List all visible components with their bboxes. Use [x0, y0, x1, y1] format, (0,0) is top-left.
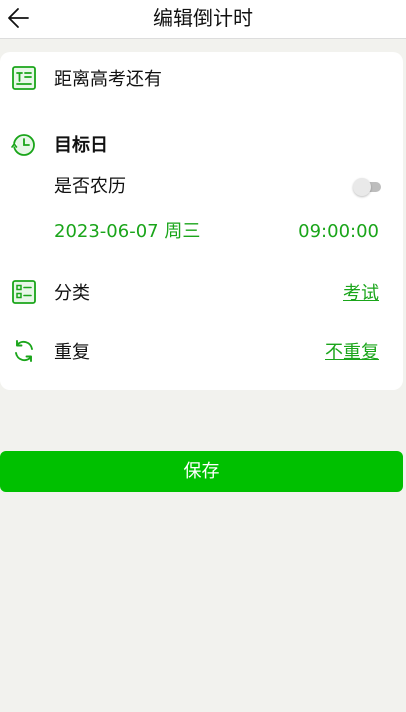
category-label: 分类 [54, 283, 90, 304]
countdown-settings-card: 距离高考还有 目标日 是否农历 2023-06-07 周三 09:00:00 分… [0, 52, 403, 390]
category-value-link[interactable]: 考试 [343, 283, 379, 305]
refresh-icon [15, 340, 33, 362]
page-title: 编辑倒计时 [153, 6, 253, 30]
countdown-name-text[interactable]: 距离高考还有 [54, 69, 162, 91]
clock-history-icon [11, 134, 35, 156]
repeat-value-link[interactable]: 不重复 [325, 342, 379, 364]
text-box-icon [12, 66, 36, 90]
target-date[interactable]: 2023-06-07 周三 [54, 221, 200, 243]
toggle-knob [353, 178, 371, 196]
save-button[interactable]: 保存 [0, 451, 403, 492]
lunar-calendar-toggle[interactable] [353, 178, 381, 196]
repeat-label: 重复 [54, 342, 90, 363]
target-time[interactable]: 09:00:00 [298, 221, 379, 243]
lunar-calendar-label: 是否农历 [54, 176, 126, 197]
list-icon [12, 280, 36, 304]
top-bar: 编辑倒计时 [0, 0, 406, 39]
target-day-label: 目标日 [54, 135, 108, 156]
